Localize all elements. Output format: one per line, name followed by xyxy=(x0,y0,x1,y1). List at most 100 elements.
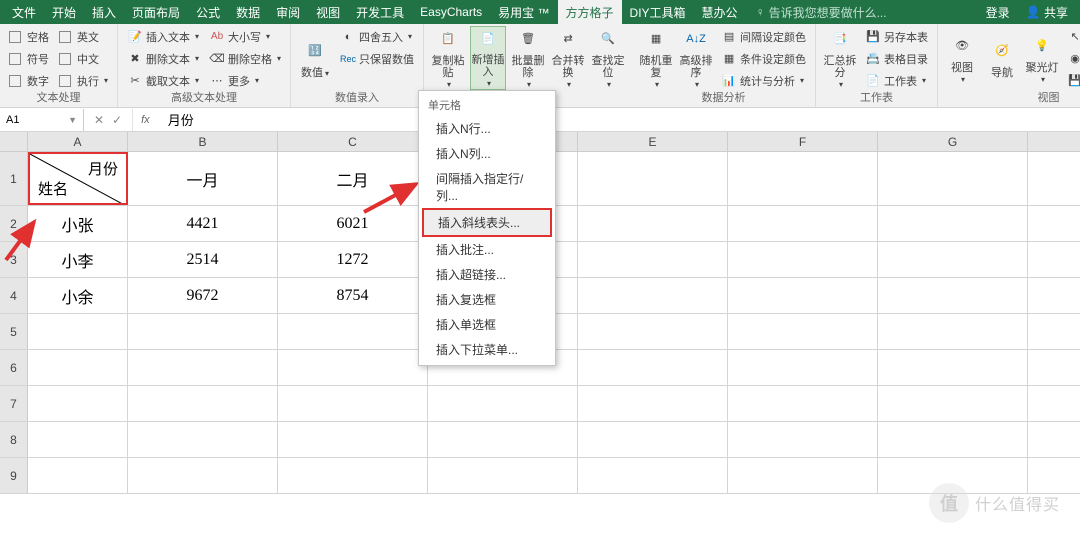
menu-easycharts[interactable]: EasyCharts xyxy=(412,0,490,24)
cell[interactable] xyxy=(878,350,1028,385)
dd-insert-dropdown[interactable]: 插入下拉菜单... xyxy=(422,337,552,362)
dd-insert-n-rows[interactable]: 插入N行... xyxy=(422,116,552,141)
intervalcolor-btn[interactable]: ▤间隔设定颜色 xyxy=(718,26,809,47)
cell-E2[interactable] xyxy=(578,206,728,241)
menu-formulas[interactable]: 公式 xyxy=(188,0,228,24)
cell[interactable] xyxy=(278,314,428,349)
check-english[interactable]: 英文 xyxy=(56,26,111,47)
col-header-C[interactable]: C xyxy=(278,132,428,151)
batchdel-btn[interactable]: 🗑批量删除▾ xyxy=(510,26,546,90)
cell-E4[interactable] xyxy=(578,278,728,313)
mergeconv-btn[interactable]: ⇄合并转换▾ xyxy=(550,26,586,90)
memory-btn[interactable]: 💾记忆▾ xyxy=(1064,70,1080,91)
check-number[interactable]: 数字 xyxy=(6,70,52,91)
cell[interactable] xyxy=(28,350,128,385)
condcolor-btn[interactable]: ▦条件设定颜色 xyxy=(718,48,809,69)
cell[interactable] xyxy=(278,386,428,421)
cell[interactable] xyxy=(128,386,278,421)
check-execute[interactable]: 执行▾ xyxy=(56,70,111,91)
cell-B4[interactable]: 9672 xyxy=(128,278,278,313)
cell-B2[interactable]: 4421 xyxy=(128,206,278,241)
menu-review[interactable]: 审阅 xyxy=(268,0,308,24)
cancel-formula-icon[interactable]: ✕ xyxy=(94,113,104,127)
menu-dev[interactable]: 开发工具 xyxy=(348,0,412,24)
cell-G1[interactable] xyxy=(878,152,1028,205)
cell-E3[interactable] xyxy=(578,242,728,277)
cell[interactable] xyxy=(578,422,728,457)
cell[interactable] xyxy=(728,422,878,457)
cell[interactable] xyxy=(728,386,878,421)
cell[interactable] xyxy=(278,458,428,493)
cell-B1[interactable]: 一月 xyxy=(128,152,278,205)
accept-formula-icon[interactable]: ✓ xyxy=(112,113,122,127)
savesheet-btn[interactable]: 💾另存本表 xyxy=(862,26,931,47)
cell-G3[interactable] xyxy=(878,242,1028,277)
cell[interactable] xyxy=(878,386,1028,421)
cell[interactable] xyxy=(28,458,128,493)
cell[interactable] xyxy=(128,458,278,493)
cell-C3[interactable]: 1272 xyxy=(278,242,428,277)
cell-E1[interactable] xyxy=(578,152,728,205)
worksheet-btn[interactable]: 📄工作表▾ xyxy=(862,70,931,91)
cell[interactable] xyxy=(128,422,278,457)
pointer-btn[interactable]: ↖指针工具▾ xyxy=(1064,26,1080,47)
name-box[interactable]: A1 ▼ xyxy=(0,109,84,131)
login-button[interactable]: 登录 xyxy=(978,0,1018,24)
cell[interactable] xyxy=(128,314,278,349)
fx-icon[interactable]: fx xyxy=(133,114,158,126)
keepnum-btn[interactable]: Rec只保留数值 xyxy=(337,48,417,69)
random-btn[interactable]: ▦随机重复▾ xyxy=(638,26,674,90)
view-btn[interactable]: 👁视图▾ xyxy=(944,26,980,90)
row-header-6[interactable]: 6 xyxy=(0,350,28,385)
cell[interactable] xyxy=(878,422,1028,457)
cell[interactable] xyxy=(278,422,428,457)
samevalue-btn[interactable]: ◉关注相同值▾ xyxy=(1064,48,1080,69)
cell-F1[interactable] xyxy=(728,152,878,205)
menu-home[interactable]: 开始 xyxy=(44,0,84,24)
cell-A1-diagonal[interactable]: 月份 姓名 xyxy=(28,152,128,205)
col-header-B[interactable]: B xyxy=(128,132,278,151)
menu-yiyongbao[interactable]: 易用宝 ™ xyxy=(490,0,557,24)
cell[interactable] xyxy=(128,350,278,385)
more-btn[interactable]: ⋯更多▾ xyxy=(206,70,284,91)
select-all-corner[interactable] xyxy=(0,132,28,151)
dd-insert-radio[interactable]: 插入单选框 xyxy=(422,312,552,337)
row-header-5[interactable]: 5 xyxy=(0,314,28,349)
cell-F4[interactable] xyxy=(728,278,878,313)
cell-A2[interactable]: 小张 xyxy=(28,206,128,241)
row-header-7[interactable]: 7 xyxy=(0,386,28,421)
share-button[interactable]: 👤 共享 xyxy=(1018,0,1076,24)
copypaste-btn[interactable]: 📋复制粘贴▾ xyxy=(430,26,466,90)
cell[interactable] xyxy=(28,386,128,421)
tell-me-search[interactable]: ♀ 告诉我您想要做什么... xyxy=(746,4,897,21)
col-header-G[interactable]: G xyxy=(878,132,1028,151)
numeric-btn[interactable]: 🔢 数值▾ xyxy=(297,26,333,90)
cell-A4[interactable]: 小余 xyxy=(28,278,128,313)
stats-btn[interactable]: 📊统计与分析▾ xyxy=(718,70,809,91)
col-header-A[interactable]: A xyxy=(28,132,128,151)
check-space[interactable]: 空格 xyxy=(6,26,52,47)
menu-fanggezi[interactable]: 方方格子 xyxy=(558,0,622,24)
menu-data[interactable]: 数据 xyxy=(228,0,268,24)
spotlight-btn[interactable]: 💡聚光灯▾ xyxy=(1024,26,1060,90)
delspace-btn[interactable]: ⌫删除空格▾ xyxy=(206,48,284,69)
cell[interactable] xyxy=(428,422,578,457)
cell-C4[interactable]: 8754 xyxy=(278,278,428,313)
case-btn[interactable]: Ab大小写▾ xyxy=(206,26,284,47)
advsort-btn[interactable]: A↓Z高级排序▾ xyxy=(678,26,714,90)
cell-A3[interactable]: 小李 xyxy=(28,242,128,277)
cell[interactable] xyxy=(728,350,878,385)
cell[interactable] xyxy=(728,314,878,349)
round-btn[interactable]: ◐四舍五入▾ xyxy=(337,26,417,47)
row-header-9[interactable]: 9 xyxy=(0,458,28,493)
summarysplit-btn[interactable]: 📑汇总拆分▾ xyxy=(822,26,858,90)
cell[interactable] xyxy=(278,350,428,385)
cell[interactable] xyxy=(428,458,578,493)
menu-view[interactable]: 视图 xyxy=(308,0,348,24)
cell[interactable] xyxy=(28,422,128,457)
menu-insert[interactable]: 插入 xyxy=(84,0,124,24)
insert-text-btn[interactable]: 📝插入文本▾ xyxy=(124,26,202,47)
formula-input[interactable]: 月份 xyxy=(158,110,1080,129)
cut-text-btn[interactable]: ✂截取文本▾ xyxy=(124,70,202,91)
cell-F3[interactable] xyxy=(728,242,878,277)
